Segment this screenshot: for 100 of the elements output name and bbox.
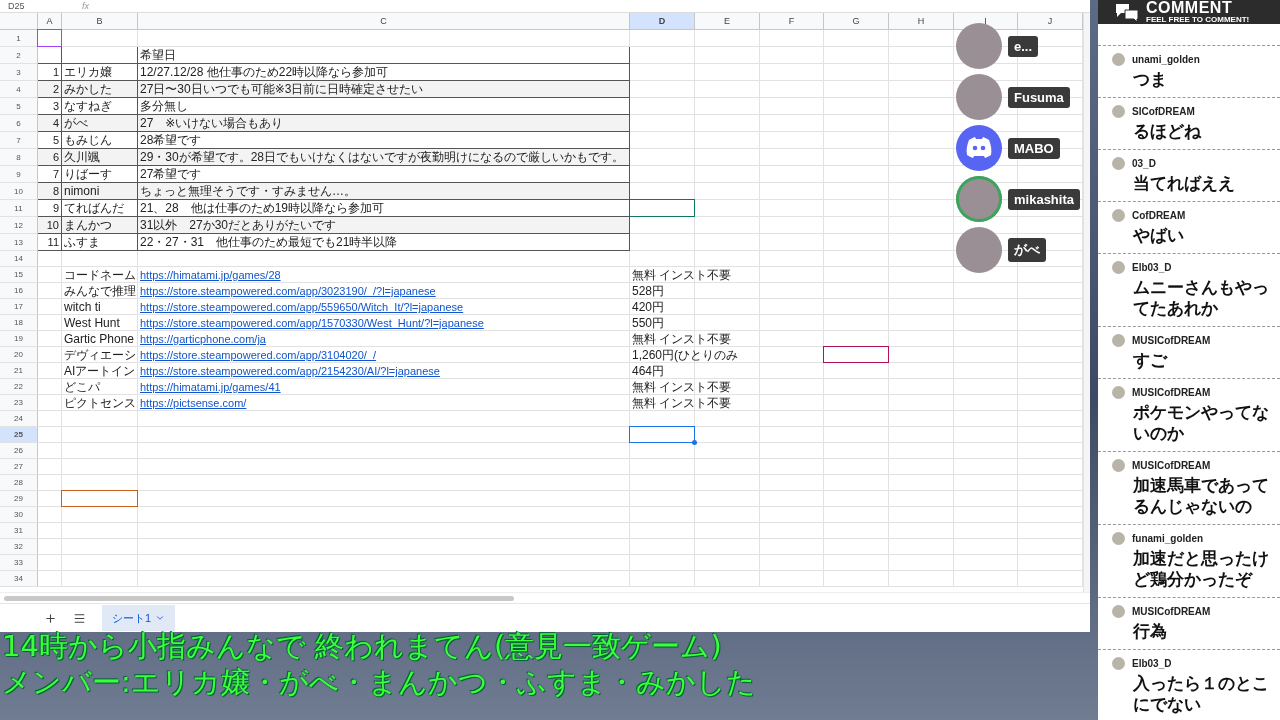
row-number[interactable]: 17 xyxy=(0,299,38,315)
link[interactable]: https://garticphone.com/ja xyxy=(140,333,266,345)
avatar xyxy=(1112,385,1125,399)
row-number[interactable]: 8 xyxy=(0,149,38,166)
column-header[interactable]: D xyxy=(630,13,695,30)
table-cell: 29・30が希望です。28日でもいけなくはないですが夜勤明けになるので厳しいかもです。 xyxy=(138,149,630,166)
table-cell: がべ xyxy=(62,115,138,132)
row-number[interactable]: 3 xyxy=(0,64,38,81)
name-box[interactable]: D25 xyxy=(8,0,68,12)
row-number[interactable]: 6 xyxy=(0,115,38,132)
row-number[interactable]: 25 xyxy=(0,427,38,443)
row-number[interactable]: 21 xyxy=(0,363,38,379)
username: MUSICofDREAM xyxy=(1132,605,1211,617)
column-header[interactable]: J xyxy=(1018,13,1083,30)
row-number[interactable]: 7 xyxy=(0,132,38,149)
row-number[interactable]: 28 xyxy=(0,475,38,491)
row-number[interactable]: 29 xyxy=(0,491,38,507)
table-cell: もみじん xyxy=(62,132,138,149)
table-cell: 多分無し xyxy=(138,98,630,115)
table-cell: 27 ※いけない場合もあり xyxy=(138,115,630,132)
menu-button[interactable] xyxy=(73,611,86,625)
row-number[interactable]: 19 xyxy=(0,331,38,347)
cell-text: デヴィエーシ xyxy=(64,346,136,364)
row-number[interactable]: 13 xyxy=(0,234,38,251)
column-header[interactable]: C xyxy=(138,13,630,30)
row-number[interactable]: 18 xyxy=(0,315,38,331)
cell-text: 無料 インスト不要 xyxy=(632,266,732,284)
scrollbar-thumb[interactable] xyxy=(4,595,514,601)
link[interactable]: https://store.steampowered.com/app/3023190/_/?l=japanese xyxy=(140,285,436,297)
row-number[interactable]: 23 xyxy=(0,395,38,411)
chat-subtitle: FEEL FREE TO COMMENT! xyxy=(1146,16,1250,24)
row-number[interactable]: 27 xyxy=(0,459,38,475)
row-number[interactable]: 14 xyxy=(0,251,38,267)
row-number[interactable]: 4 xyxy=(0,81,38,98)
row-number[interactable]: 33 xyxy=(0,555,38,571)
speaker-name: mikashita xyxy=(1008,188,1080,210)
row-number[interactable]: 11 xyxy=(0,200,38,217)
link[interactable]: https://store.steampowered.com/app/3104020/_/ xyxy=(140,349,377,361)
table-cell: 12/27.12/28 他仕事のため22時以降なら参加可 xyxy=(138,64,630,81)
chat-message: やばい xyxy=(1132,225,1185,246)
chat-message: るほどね xyxy=(1132,121,1202,142)
column-header[interactable]: B xyxy=(62,13,138,30)
table-cell: 10 xyxy=(38,217,62,234)
avatar xyxy=(1112,604,1125,618)
row-number[interactable]: 5 xyxy=(0,98,38,115)
row-number[interactable]: 15 xyxy=(0,267,38,283)
chat-message: 当てればええ xyxy=(1132,173,1236,194)
table-cell: 27希望です xyxy=(138,166,630,183)
row-number[interactable]: 12 xyxy=(0,217,38,234)
corner-cell[interactable] xyxy=(0,13,38,30)
column-header[interactable]: G xyxy=(824,13,889,30)
column-header[interactable]: F xyxy=(760,13,824,30)
table-cell: 28希望です xyxy=(138,132,630,149)
link[interactable]: https://store.steampowered.com/app/2154230/AI/?l=japanese xyxy=(140,365,440,377)
column-header[interactable]: E xyxy=(695,13,760,30)
row-number[interactable]: 20 xyxy=(0,347,38,363)
avatar xyxy=(1112,260,1125,274)
row-number[interactable]: 34 xyxy=(0,571,38,587)
table-cell: 8 xyxy=(38,183,62,200)
cell-text: 420円 xyxy=(632,298,665,316)
chat-message: つま xyxy=(1132,69,1168,90)
row-number[interactable]: 30 xyxy=(0,507,38,523)
row-number[interactable]: 2 xyxy=(0,47,38,64)
row-number[interactable]: 22 xyxy=(0,379,38,395)
row-number[interactable]: 32 xyxy=(0,539,38,555)
sheet-tab[interactable]: シート1 xyxy=(102,605,176,631)
row-number[interactable]: 31 xyxy=(0,523,38,539)
row-number[interactable]: 10 xyxy=(0,183,38,200)
add-sheet-button[interactable] xyxy=(44,611,57,625)
username: SICofDREAM xyxy=(1132,105,1195,117)
cell-text: 550円 xyxy=(632,314,665,332)
speaker-name: e... xyxy=(1008,35,1039,57)
avatar xyxy=(1112,156,1125,170)
table-cell: 31以外 27か30だとありがたいです xyxy=(138,217,630,234)
username: MUSICofDREAM xyxy=(1132,459,1211,471)
scrollbar-track[interactable] xyxy=(1083,13,1090,592)
table-cell: 5 xyxy=(38,132,62,149)
link[interactable]: https://store.steampowered.com/app/559650/Witch_It/?l=japanese xyxy=(140,301,464,313)
link[interactable]: https://pictsense.com/ xyxy=(140,397,247,409)
username: MUSICofDREAM xyxy=(1132,386,1211,398)
avatar xyxy=(1112,52,1125,66)
table-cell: nimoni xyxy=(62,183,138,200)
username: Elb03_D xyxy=(1132,261,1172,273)
table-cell: 6 xyxy=(38,149,62,166)
table-cell: 27日〜30日いつでも可能※3日前に日時確定させたい xyxy=(138,81,630,98)
row-number[interactable]: 26 xyxy=(0,443,38,459)
chat-message: ポケモンやってないのか xyxy=(1132,402,1270,444)
column-header[interactable]: H xyxy=(889,13,954,30)
chat-title: COMMENT xyxy=(1146,0,1234,16)
row-number[interactable]: 1 xyxy=(0,30,38,47)
row-number[interactable]: 9 xyxy=(0,166,38,183)
cell-text: 無料 インスト不要 xyxy=(632,378,732,396)
row-number[interactable]: 24 xyxy=(0,411,38,427)
link[interactable]: https://store.steampowered.com/app/1570330/West_Hunt/?l=japanese xyxy=(140,317,484,329)
link[interactable]: https://himatami.jp/games/41 xyxy=(140,381,281,393)
avatar xyxy=(1112,531,1125,545)
cell-text: コードネーム xyxy=(64,266,136,284)
row-number[interactable]: 16 xyxy=(0,283,38,299)
link[interactable]: https://himatami.jp/games/28 xyxy=(140,269,281,281)
fill-handle[interactable] xyxy=(692,440,697,445)
